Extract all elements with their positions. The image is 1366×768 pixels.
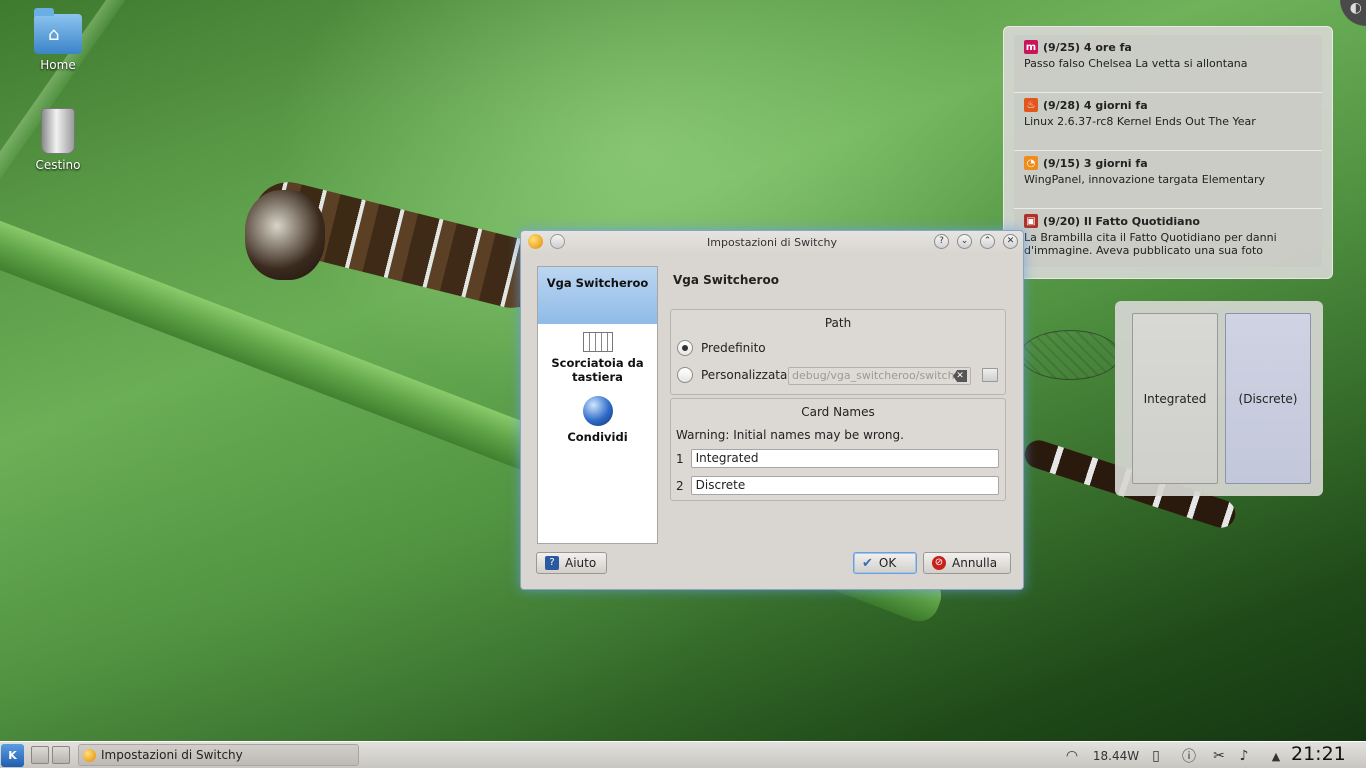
home-folder-icon: ⌂ bbox=[34, 8, 82, 54]
news-item-header: (9/20) Il Fatto Quotidiano bbox=[1043, 214, 1200, 228]
settings-dialog: Impostazioni di Switchy ? ⌄ ⌃ ✕ Vga Swit… bbox=[520, 230, 1024, 590]
trash-icon bbox=[41, 108, 75, 154]
desktop-icon-label: Cestino bbox=[35, 158, 81, 172]
power-readout[interactable]: 18.44W bbox=[1092, 746, 1140, 766]
task-label: Impostazioni di Switchy bbox=[101, 748, 243, 762]
ok-button-label: OK bbox=[878, 556, 897, 570]
news-item[interactable]: ◔ (9/15) 3 giorni fa WingPanel, innovazi… bbox=[1014, 151, 1322, 209]
wallpaper-dragonfly-wing bbox=[1020, 330, 1120, 380]
news-item-header: (9/28) 4 giorni fa bbox=[1043, 98, 1148, 112]
maximize-button[interactable]: ⌃ bbox=[980, 234, 995, 249]
path-group-title: Path bbox=[824, 316, 852, 330]
sidebar-item-keyboard-shortcut[interactable]: Scorciatoia da tastiera bbox=[538, 324, 657, 390]
battery-icon[interactable]: ▯ bbox=[1147, 746, 1165, 766]
news-item[interactable]: m (9/25) 4 ore fa Passo falso Chelsea La… bbox=[1014, 35, 1322, 93]
sidebar-item-vga-switcheroo[interactable]: Vga Switcheroo bbox=[538, 267, 657, 324]
news-widget: m (9/25) 4 ore fa Passo falso Chelsea La… bbox=[1003, 26, 1333, 279]
radio-default-label: Predefinito bbox=[701, 341, 766, 355]
ok-button[interactable]: ✔ OK bbox=[853, 552, 917, 574]
pin-icon[interactable] bbox=[550, 234, 565, 249]
card-index: 2 bbox=[676, 478, 684, 493]
card-names-warning: Warning: Initial names may be wrong. bbox=[676, 428, 904, 442]
wifi-icon[interactable]: ◠ bbox=[1061, 746, 1083, 766]
feed-news-icon: ▣ bbox=[1024, 214, 1038, 228]
news-item-text: La Brambilla cita il Fatto Quotidiano pe… bbox=[1024, 231, 1277, 257]
desktop-icon-home[interactable]: ⌂ Home bbox=[23, 8, 93, 72]
tray-expand-arrow-icon[interactable]: ▲ bbox=[1267, 746, 1285, 766]
path-default-option[interactable]: Predefinito bbox=[677, 340, 766, 356]
minimize-button[interactable]: ⌄ bbox=[957, 234, 972, 249]
globe-icon bbox=[582, 396, 613, 426]
help-button-label: Aiuto bbox=[565, 556, 597, 570]
help-icon: ? bbox=[545, 556, 559, 570]
sidebar-item-share[interactable]: Condividi bbox=[538, 390, 657, 450]
radio-custom-label: Personalizzata bbox=[701, 368, 788, 382]
clock[interactable]: 21:21 bbox=[1291, 743, 1346, 765]
gpu-card-discrete[interactable]: (Discrete) bbox=[1225, 313, 1311, 484]
checkmark-icon: ✔ bbox=[862, 555, 873, 571]
sidebar-item-label: Condividi bbox=[567, 430, 628, 444]
sidebar-item-label: Scorciatoia da tastiera bbox=[551, 356, 644, 384]
custom-path-input[interactable]: debug/vga_switcheroo/switch bbox=[788, 367, 971, 385]
card-name-input-2[interactable]: Discrete bbox=[690, 476, 999, 495]
feed-fire-icon: ♨ bbox=[1024, 98, 1038, 112]
path-custom-option[interactable]: Personalizzata bbox=[677, 367, 787, 383]
feed-m-icon: m bbox=[1024, 40, 1038, 54]
radio-default[interactable] bbox=[677, 340, 693, 356]
sidebar-item-label: Vga Switcheroo bbox=[546, 276, 649, 290]
news-item[interactable]: ♨ (9/28) 4 giorni fa Linux 2.6.37-rc8 Ke… bbox=[1014, 93, 1322, 151]
cancel-icon: ⊘ bbox=[932, 556, 946, 570]
desktop-icon-trash[interactable]: Cestino bbox=[23, 108, 93, 172]
help-window-button[interactable]: ? bbox=[934, 234, 949, 249]
dialog-titlebar[interactable]: Impostazioni di Switchy ? ⌄ ⌃ ✕ bbox=[521, 231, 1023, 253]
taskbar: K Impostazioni di Switchy ◠ 18.44W ▯ ⓘ ✂… bbox=[0, 741, 1366, 768]
desktop-toolbox-icon[interactable]: ◐ bbox=[1336, 0, 1366, 30]
card-name-row: 2 Discrete bbox=[676, 476, 999, 495]
klipper-scissors-icon[interactable]: ✂ bbox=[1209, 746, 1229, 766]
switchy-app-icon[interactable] bbox=[528, 234, 543, 249]
close-button[interactable]: ✕ bbox=[1003, 234, 1018, 249]
cancel-button-label: Annulla bbox=[952, 556, 998, 570]
card-index: 1 bbox=[676, 451, 684, 466]
news-item-text: WingPanel, innovazione targata Elementar… bbox=[1024, 173, 1266, 186]
path-group: Path Predefinito Personalizzata debug/vg… bbox=[670, 309, 1006, 395]
news-item-text: Linux 2.6.37-rc8 Kernel Ends Out The Yea… bbox=[1024, 115, 1256, 128]
radio-custom[interactable] bbox=[677, 367, 693, 383]
taskbar-task-switchy[interactable]: Impostazioni di Switchy bbox=[78, 744, 359, 766]
settings-sidebar: Vga Switcheroo Scorciatoia da tastiera C… bbox=[537, 266, 658, 544]
news-item[interactable]: ▣ (9/20) Il Fatto Quotidiano La Brambill… bbox=[1014, 209, 1322, 267]
card-name-input-1[interactable]: Integrated bbox=[690, 449, 999, 468]
volume-icon[interactable]: ♪ bbox=[1234, 746, 1254, 766]
news-item-header: (9/25) 4 ore fa bbox=[1043, 40, 1132, 54]
cancel-button[interactable]: ⊘ Annulla bbox=[923, 552, 1011, 574]
switchy-app-icon bbox=[83, 748, 96, 762]
news-item-header: (9/15) 3 giorni fa bbox=[1043, 156, 1148, 170]
card-names-title: Card Names bbox=[801, 405, 875, 419]
rss-icon: ◔ bbox=[1024, 156, 1038, 170]
card-names-group: Card Names Warning: Initial names may be… bbox=[670, 398, 1006, 501]
info-icon[interactable]: ⓘ bbox=[1179, 746, 1199, 766]
desktop-icon-label: Home bbox=[40, 58, 76, 72]
card-name-row: 1 Integrated bbox=[676, 449, 999, 468]
pager-desktop-2[interactable] bbox=[52, 746, 70, 764]
gpu-card-integrated[interactable]: Integrated bbox=[1132, 313, 1218, 484]
gpu-switch-widget: Integrated (Discrete) bbox=[1115, 301, 1323, 496]
help-button[interactable]: ? Aiuto bbox=[536, 552, 608, 574]
keyboard-icon bbox=[582, 332, 613, 352]
wallpaper-dragonfly-head bbox=[245, 190, 325, 280]
application-launcher-button[interactable]: K bbox=[1, 744, 24, 767]
page-title: Vga Switcheroo bbox=[673, 273, 779, 287]
news-item-text: Passo falso Chelsea La vetta si allontan… bbox=[1024, 57, 1248, 70]
browse-folder-icon[interactable] bbox=[982, 368, 998, 382]
pager-desktop-1[interactable] bbox=[31, 746, 49, 764]
